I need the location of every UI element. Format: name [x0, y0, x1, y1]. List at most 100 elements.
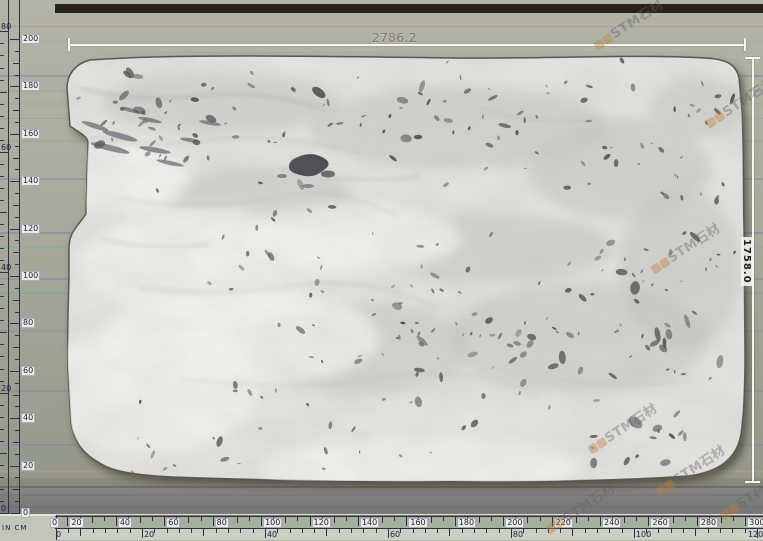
ruler-tick [597, 529, 598, 533]
ruler-tick [499, 529, 500, 533]
ruler-tick [140, 517, 141, 523]
ruler-tick [0, 369, 4, 370]
ruler-label-inch: 80 [1, 22, 11, 31]
ruler-label-cm: 100 [263, 518, 282, 528]
ruler-tick [511, 529, 512, 538]
ruler-tick [93, 529, 94, 533]
ruler-tick [400, 529, 401, 533]
ruler-tick [431, 517, 432, 523]
ruler-tick [13, 442, 19, 443]
scanner-top-dark-band [55, 4, 763, 13]
ruler-tick [0, 393, 9, 394]
ruler-label-cm: 260 [650, 518, 669, 528]
ruler-tick [0, 489, 4, 490]
ruler-tick [388, 529, 389, 538]
ruler-tick [0, 417, 4, 418]
ruler-tick [479, 517, 480, 523]
ruler-tick [188, 517, 189, 523]
ruler-tick [634, 529, 635, 538]
ruler-tick [67, 517, 68, 526]
ruler-label-cm: 160 [408, 518, 427, 528]
ruler-tick [0, 116, 4, 117]
ruler-units-corner: IN CM [0, 515, 56, 541]
ruler-tick [609, 529, 610, 533]
ruler-tick [68, 529, 69, 533]
ruler-tick [491, 517, 492, 521]
ruler-label-cm: 180 [21, 81, 40, 91]
ruler-tick [0, 441, 4, 442]
ruler-tick [536, 529, 537, 533]
ruler-tick [213, 517, 214, 526]
ruler-tick [15, 359, 19, 360]
vertical-inch-ruler-axis [8, 0, 9, 515]
ruler-tick [13, 158, 19, 159]
ruler-tick [0, 188, 4, 189]
ruler-tick [15, 51, 19, 52]
ruler-tick [437, 529, 438, 533]
ruler-tick [154, 529, 155, 533]
ruler-tick [503, 517, 504, 526]
ruler-tick [462, 529, 463, 533]
ruler-tick [394, 517, 395, 521]
ruler-label-cm: 120 [21, 224, 40, 234]
ruler-label-inch: 60 [1, 143, 11, 152]
ruler-tick [585, 529, 586, 533]
ruler-tick [13, 300, 19, 301]
ruler-separator-light [0, 514, 763, 515]
ruler-label-cm: 140 [360, 518, 379, 528]
ruler-tick [179, 529, 180, 533]
slab-image[interactable] [60, 48, 760, 498]
ruler-tick [142, 529, 143, 538]
ruler-tick [720, 529, 721, 533]
ruler-tick [636, 517, 637, 521]
ruler-label-cm: 200 [505, 518, 524, 528]
ruler-tick [572, 529, 573, 536]
ruler-label-cm: 20 [69, 518, 83, 528]
ruler-tick [201, 517, 202, 521]
ruler-tick [302, 529, 303, 533]
ruler-tick [0, 272, 9, 273]
ruler-tick [0, 320, 4, 321]
ruler-tick [253, 529, 254, 533]
ruler-tick [13, 63, 19, 64]
ruler-tick [0, 152, 9, 153]
ruler-tick [0, 31, 9, 32]
ruler-label-cm: 40 [118, 518, 132, 528]
ruler-tick [548, 529, 549, 533]
ruler-tick [0, 453, 7, 454]
ruler-tick [0, 92, 7, 93]
horizontal-cm-ruler-axis [55, 516, 763, 517]
ruler-tick [0, 140, 4, 141]
ruler-tick [15, 264, 19, 265]
ruler-tick [10, 229, 19, 230]
background-streak [0, 18, 763, 20]
ruler-tick [745, 529, 746, 533]
ruler-tick [92, 517, 93, 523]
ruler-tick [130, 529, 131, 533]
vertical-cm-ruler-axis [19, 0, 20, 515]
ruler-tick [13, 489, 19, 490]
ruler-tick [15, 383, 19, 384]
ruler-tick [10, 418, 19, 419]
horizontal-inch-ruler-axis [55, 528, 763, 529]
ruler-tick [683, 529, 684, 533]
ruler-label-inch: 20 [1, 384, 11, 393]
height-dim-cap-top [745, 57, 760, 59]
ruler-tick [15, 193, 19, 194]
ruler-tick [10, 513, 19, 514]
ruler-tick [240, 529, 241, 533]
ruler-tick [105, 529, 106, 533]
ruler-label-cm: 120 [312, 518, 331, 528]
ruler-tick [0, 284, 4, 285]
ruler-tick [334, 517, 335, 523]
ruler-tick [697, 517, 698, 526]
ruler-tick [382, 517, 383, 523]
ruler-tick [358, 517, 359, 526]
ruler-tick [285, 517, 286, 523]
ruler-tick [560, 529, 561, 533]
ruler-tick [15, 454, 19, 455]
ruler-tick [732, 529, 733, 533]
ruler-tick [13, 110, 19, 111]
ruler-tick [0, 43, 4, 44]
ruler-label-cm: 0 [50, 518, 59, 528]
